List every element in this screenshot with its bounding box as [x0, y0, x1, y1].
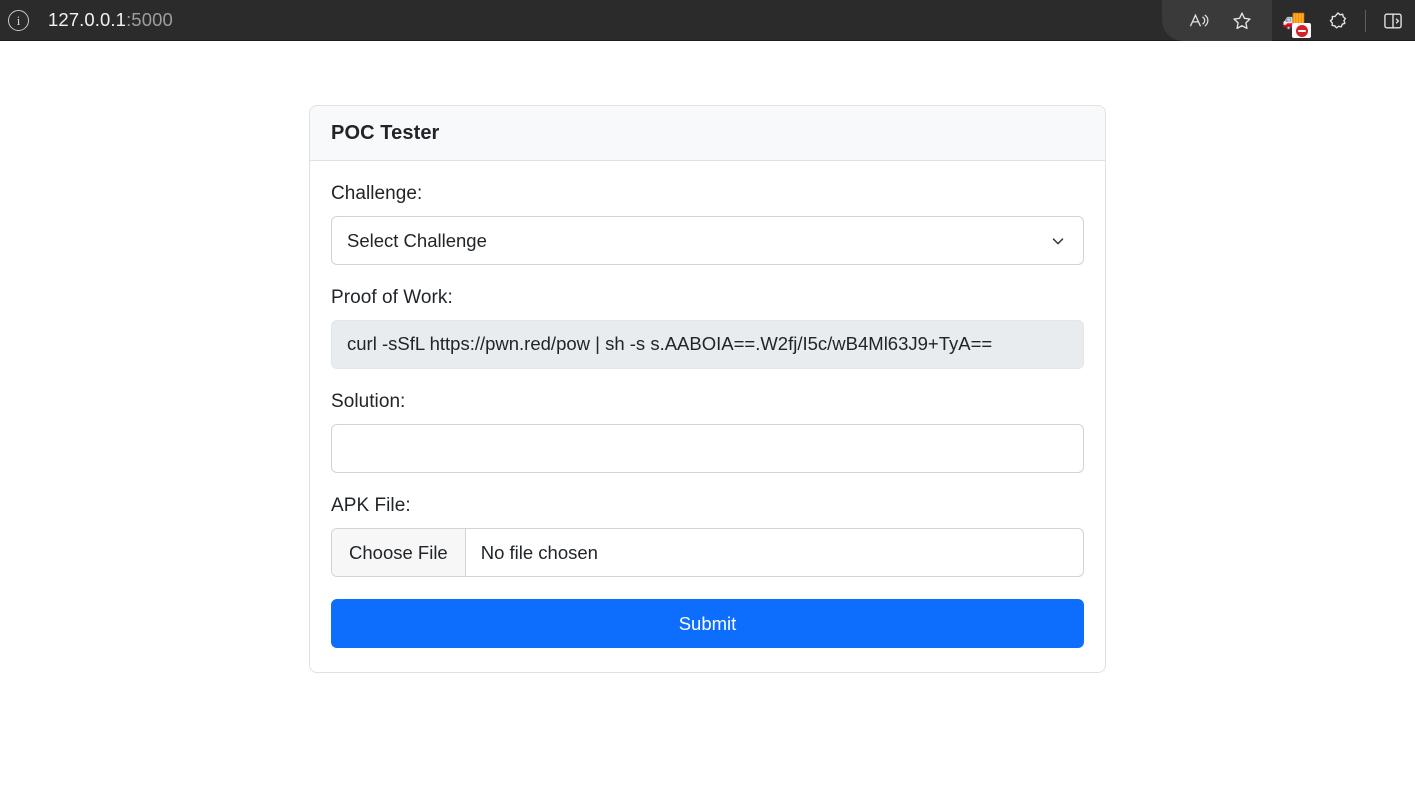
- blocked-badge-icon: [1292, 23, 1311, 38]
- extension-icon[interactable]: 🚚: [1272, 0, 1316, 41]
- toolbar-pill-group: [1162, 0, 1272, 41]
- toolbar-divider: [1365, 9, 1366, 32]
- collections-icon[interactable]: [1316, 0, 1360, 41]
- apk-file-input[interactable]: Choose File No file chosen: [331, 528, 1084, 577]
- proof-of-work-field-group: Proof of Work:: [331, 287, 1084, 369]
- toolbar-actions: 🚚: [1162, 0, 1415, 41]
- choose-file-button[interactable]: Choose File: [332, 529, 466, 576]
- apk-file-field-group: APK File: Choose File No file chosen: [331, 495, 1084, 577]
- browser-toolbar: i 127.0.0.1:5000 🚚: [0, 0, 1415, 41]
- challenge-field-group: Challenge: Select Challenge: [331, 183, 1084, 265]
- solution-field-group: Solution:: [331, 391, 1084, 473]
- no-entry-glyph: [1295, 24, 1308, 37]
- split-screen-icon[interactable]: [1371, 0, 1415, 41]
- submit-button[interactable]: Submit: [331, 599, 1084, 648]
- info-glyph: i: [16, 12, 21, 28]
- challenge-select[interactable]: Select Challenge: [331, 216, 1084, 265]
- challenge-label: Challenge:: [331, 183, 423, 204]
- apk-file-label: APK File:: [331, 495, 411, 516]
- submit-group: Submit: [331, 599, 1084, 648]
- card-body: Challenge: Select Challenge Proof of Wor…: [310, 161, 1105, 672]
- page-content: POC Tester Challenge: Select Challenge P…: [0, 41, 1415, 785]
- file-status-text: No file chosen: [480, 541, 598, 563]
- challenge-select-wrapper: Select Challenge: [331, 216, 1084, 265]
- proof-of-work-label: Proof of Work:: [331, 287, 453, 308]
- url-port: :5000: [126, 9, 173, 30]
- card-header: POC Tester: [310, 106, 1105, 161]
- site-info-icon[interactable]: i: [8, 9, 29, 31]
- solution-label: Solution:: [331, 391, 406, 412]
- address-bar[interactable]: 127.0.0.1:5000: [48, 9, 173, 31]
- url-host: 127.0.0.1: [48, 9, 127, 30]
- proof-of-work-input[interactable]: [331, 320, 1084, 369]
- favorite-star-icon[interactable]: [1220, 0, 1264, 41]
- poc-tester-card: POC Tester Challenge: Select Challenge P…: [309, 105, 1106, 673]
- page-title: POC Tester: [331, 122, 440, 144]
- read-aloud-icon[interactable]: [1176, 0, 1220, 41]
- solution-input[interactable]: [331, 424, 1084, 473]
